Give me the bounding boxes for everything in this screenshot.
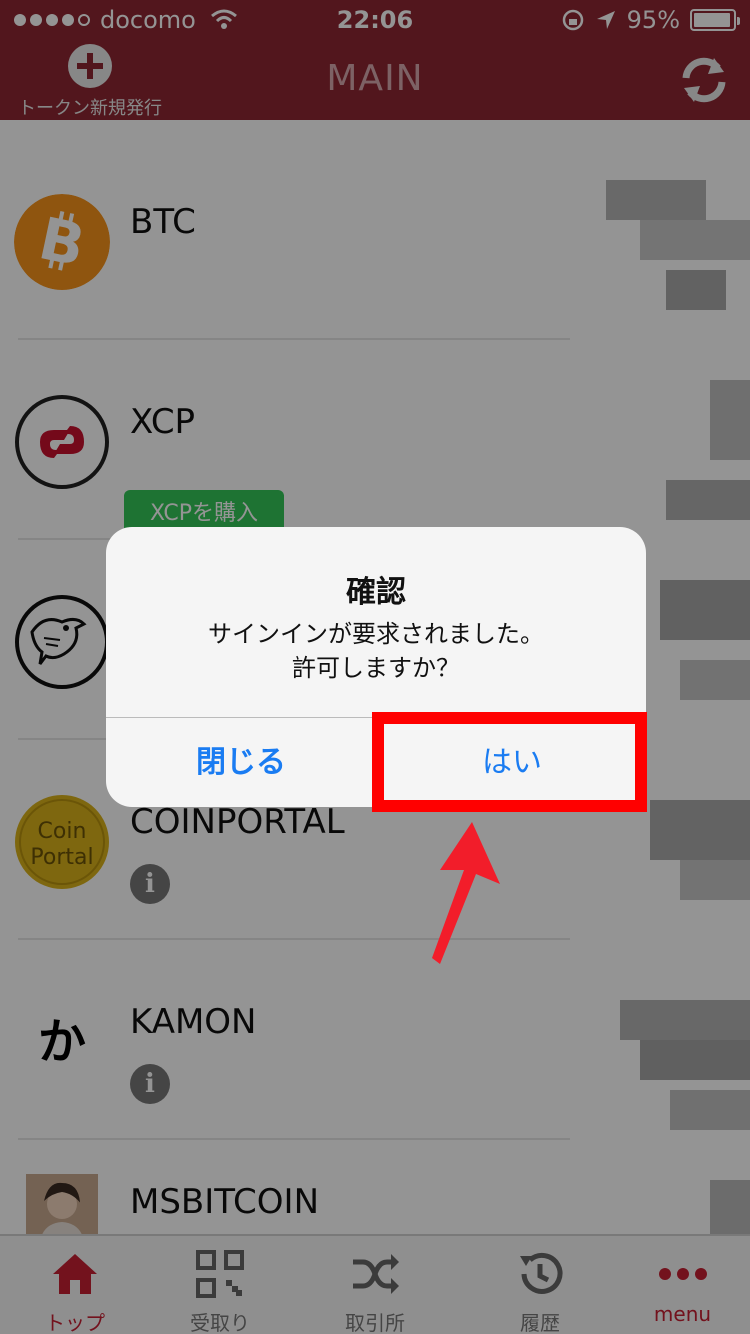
dialog-message-line: 許可しますか？ (292, 654, 460, 682)
dialog-message: サインインが要求されました。 許可しますか？ (106, 617, 646, 685)
dialog-message-line: サインインが要求されました。 (208, 620, 544, 648)
close-button[interactable]: 閉じる (106, 718, 376, 807)
arrow-annotation-icon (432, 822, 500, 964)
dialog-title: 確認 (346, 575, 406, 610)
highlight-box (372, 712, 647, 812)
